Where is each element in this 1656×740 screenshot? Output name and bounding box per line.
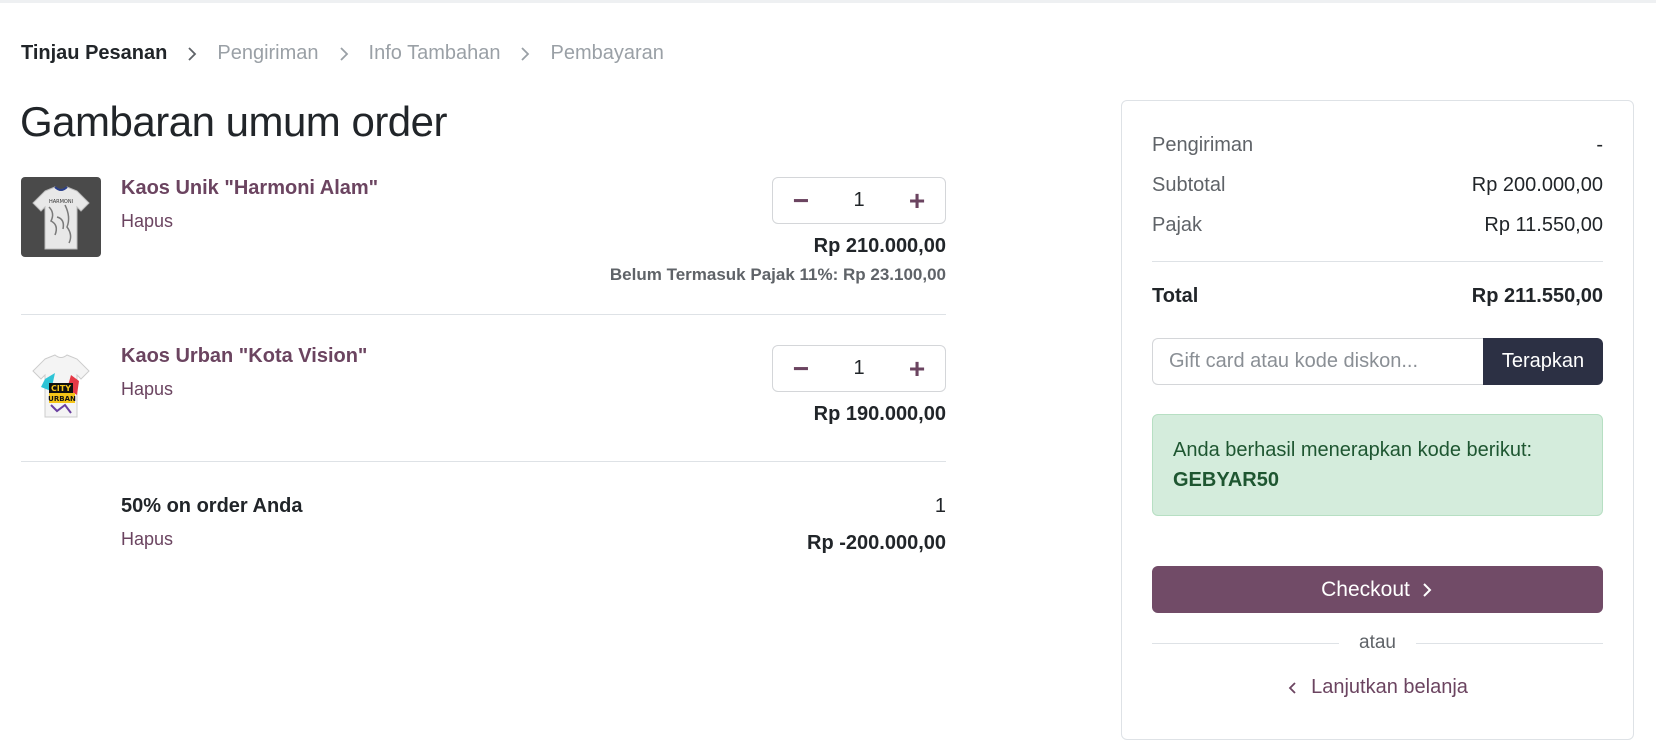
applied-code: GEBYAR50 [1173, 469, 1279, 491]
line-price: Rp -200.000,00 [807, 532, 946, 554]
page-title: Gambaran umum order [20, 98, 448, 145]
summary-total-row: Total Rp 211.550,00 [1152, 285, 1603, 308]
chevron-right-icon [319, 46, 369, 61]
continue-label[interactable]: Lanjutkan belanja [1311, 676, 1468, 699]
divider [1152, 261, 1603, 262]
shipping-value: - [1596, 134, 1603, 156]
quantity-value[interactable]: 1 [853, 357, 864, 380]
plus-icon[interactable]: + [907, 354, 927, 383]
separator-line [1416, 642, 1604, 644]
breadcrumb-step-extra-info[interactable]: Info Tambahan [369, 42, 501, 65]
subtotal-label: Subtotal [1152, 174, 1226, 196]
remove-link[interactable]: Hapus [121, 529, 173, 550]
product-image[interactable]: CITY URBAN [21, 345, 101, 425]
chevron-right-icon [1423, 582, 1432, 597]
breadcrumb-step-review: Tinjau Pesanan [21, 42, 168, 64]
quantity-stepper: − 1 + [772, 177, 946, 224]
top-border [0, 0, 1656, 3]
svg-text:CITY: CITY [51, 384, 71, 393]
total-label: Total [1152, 285, 1199, 307]
plus-icon[interactable]: + [907, 186, 927, 215]
quantity-stepper: − 1 + [772, 345, 946, 392]
chevron-left-icon [1288, 681, 1296, 694]
promo-success-alert: Anda berhasil menerapkan kode berikut: G… [1152, 414, 1603, 516]
shipping-label: Pengiriman [1152, 134, 1254, 156]
product-name[interactable]: Kaos Unik "Harmoni Alam" [121, 177, 378, 200]
line-price: Rp 190.000,00 [813, 403, 946, 425]
checkout-button[interactable]: Checkout [1152, 566, 1603, 613]
remove-link[interactable]: Hapus [121, 379, 173, 400]
total-value: Rp 211.550,00 [1471, 285, 1603, 307]
remove-link[interactable]: Hapus [121, 211, 173, 232]
divider [21, 314, 946, 315]
divider [21, 461, 946, 462]
cart-line-item: CITY URBAN Kaos Urban "Kota Vision" Hapu… [21, 345, 946, 425]
promo-code-form: Terapkan [1152, 338, 1603, 385]
svg-text:HARMONI: HARMONI [49, 199, 73, 205]
apply-promo-button[interactable]: Terapkan [1483, 338, 1603, 385]
or-label: atau [1359, 632, 1396, 653]
breadcrumb-step-payment[interactable]: Pembayaran [550, 42, 663, 65]
svg-text:URBAN: URBAN [48, 395, 76, 403]
minus-icon[interactable]: − [791, 186, 811, 215]
product-image[interactable]: HARMONI [21, 177, 101, 257]
or-separator: atau [1152, 628, 1604, 658]
cart-line-item: HARMONI Kaos Unik "Harmoni Alam" Hapus −… [21, 177, 946, 287]
summary-tax-row: Pajak Rp 11.550,00 [1152, 214, 1603, 237]
subtotal-value: Rp 200.000,00 [1471, 174, 1603, 196]
line-price: Rp 210.000,00 [813, 235, 946, 257]
checkout-breadcrumb: Tinjau Pesanan Pengiriman Info Tambahan … [21, 42, 664, 65]
discount-line-item: 50% on order Anda Hapus 1 Rp -200.000,00 [21, 495, 946, 565]
quantity-value[interactable]: 1 [853, 189, 864, 212]
summary-shipping-row: Pengiriman - [1152, 134, 1603, 157]
tax-label: Pajak [1152, 214, 1203, 236]
order-summary-card: Pengiriman - Subtotal Rp 200.000,00 Paja… [1121, 100, 1634, 740]
quantity-value: 1 [934, 495, 946, 517]
product-name[interactable]: Kaos Urban "Kota Vision" [121, 345, 367, 368]
promo-code-input[interactable] [1152, 338, 1483, 385]
checkout-label: Checkout [1321, 577, 1410, 601]
minus-icon[interactable]: − [791, 354, 811, 383]
tax-note: Belum Termasuk Pajak 11%: Rp 23.100,00 [609, 265, 946, 284]
discount-name: 50% on order Anda [121, 495, 303, 517]
chevron-right-icon [500, 46, 550, 61]
separator-line [1152, 642, 1340, 644]
continue-shopping-link[interactable]: Lanjutkan belanja [1122, 676, 1633, 699]
alert-message: Anda berhasil menerapkan kode berikut: [1173, 439, 1533, 461]
summary-subtotal-row: Subtotal Rp 200.000,00 [1152, 174, 1603, 197]
tax-value: Rp 11.550,00 [1484, 214, 1603, 236]
breadcrumb-step-shipping[interactable]: Pengiriman [217, 42, 318, 65]
chevron-right-icon [167, 46, 217, 61]
